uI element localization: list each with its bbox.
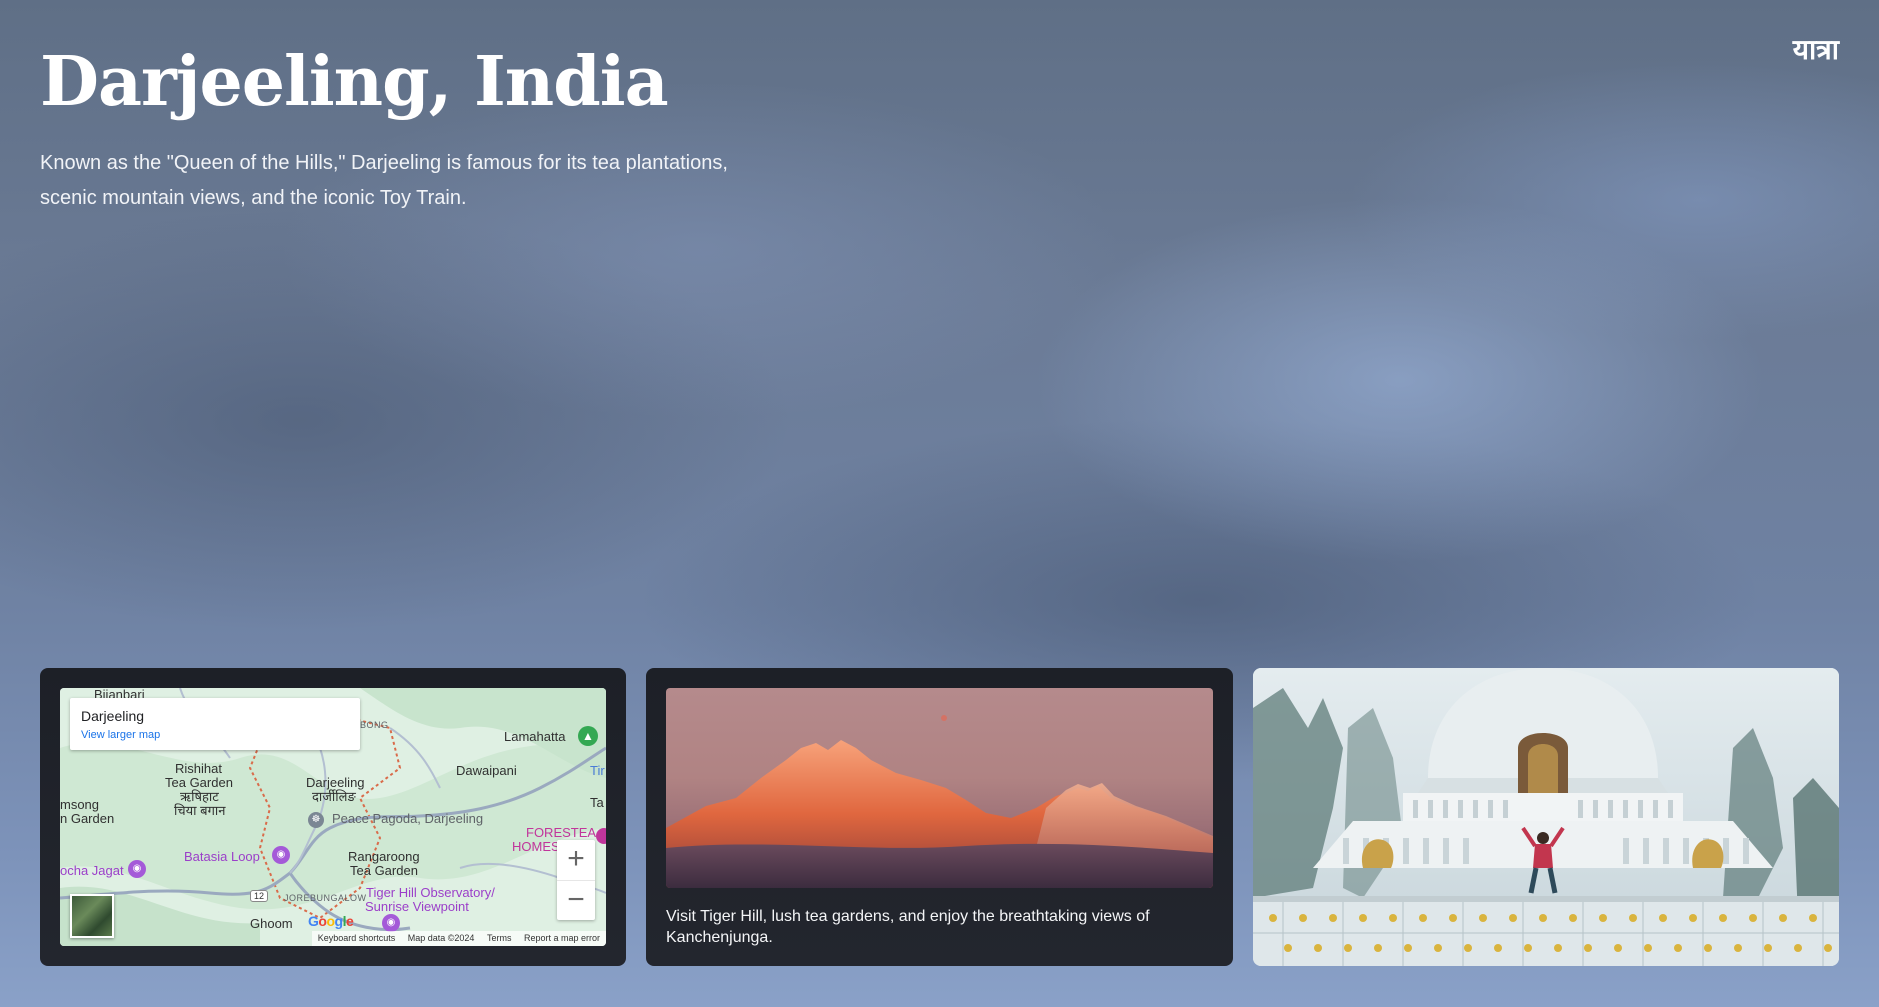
road-shield: 12 <box>250 890 269 902</box>
camera-pin-icon[interactable] <box>596 828 606 844</box>
keyboard-shortcuts-link[interactable]: Keyboard shortcuts <box>318 933 396 943</box>
camera-pin-icon[interactable]: ◉ <box>128 860 146 878</box>
camera-pin-icon[interactable]: ◉ <box>272 846 290 864</box>
map-label-bong: BONG <box>360 720 389 730</box>
map-label-sunrise: Sunrise Viewpoint <box>365 899 469 914</box>
tiger-hill-caption: Visit Tiger Hill, lush tea gardens, and … <box>666 908 1150 946</box>
zoom-controls: + − <box>557 840 595 920</box>
map-label-rishihat-bengali: चिया बगान <box>174 803 226 818</box>
terms-link[interactable]: Terms <box>487 933 512 943</box>
map-label-peace-pagoda: Peace Pagoda, Darjeeling <box>332 811 484 826</box>
map-label-ta: Ta <box>590 795 604 810</box>
map-place-name: Darjeeling <box>81 708 145 724</box>
brand-logo[interactable]: यात्रा <box>1793 30 1839 68</box>
report-map-error-link[interactable]: Report a map error <box>524 933 600 943</box>
map-label-tiger-hill: Tiger Hill Observatory/ <box>366 885 495 900</box>
view-larger-map-link[interactable]: View larger map <box>81 729 160 741</box>
map-label-dawaipani: Dawaipani <box>456 763 517 778</box>
camera-pin-icon[interactable]: ◉ <box>382 914 400 932</box>
map-info-card: Darjeeling View larger map <box>70 698 360 750</box>
satellite-thumbnail[interactable] <box>70 894 114 938</box>
map-label-rangaroong: Rangaroong <box>348 849 420 864</box>
peace-pagoda-photo-card <box>1253 668 1839 966</box>
map-attribution: Keyboard shortcuts Map data ©2024 Terms … <box>311 931 606 946</box>
map-label-batasia-loop: Batasia Loop <box>184 849 260 864</box>
map-label-darjeeling-hindi: दार्जीलिङ <box>312 789 356 804</box>
page: Darjeeling, India Known as the "Queen of… <box>0 0 1879 1007</box>
map-label-darjeeling: Darjeeling <box>306 775 365 790</box>
map-label-homes: HOMES <box>512 839 560 854</box>
map-label-rangaroong-garden: Tea Garden <box>350 863 418 878</box>
map-label-jorebungalow: JOREBUNGALOW <box>284 893 367 903</box>
map-label-msong-garden: n Garden <box>60 811 115 826</box>
map-label-tea-garden: Tea Garden <box>165 775 233 790</box>
map-card: Bijanbari BONG Lamahatta ▲ Rishihat Tea … <box>40 668 626 966</box>
park-pin-icon[interactable]: ▲ <box>578 726 598 746</box>
embedded-map[interactable]: Bijanbari BONG Lamahatta ▲ Rishihat Tea … <box>60 688 606 946</box>
page-title: Darjeeling, India <box>40 42 669 122</box>
map-label-tin: Tir <box>590 763 605 778</box>
google-logo: Google <box>308 913 354 929</box>
kanchenjunga-image <box>666 688 1213 888</box>
map-label-forestea: FORESTEA <box>526 825 597 840</box>
zoom-in-icon[interactable]: + <box>557 840 595 880</box>
peace-pagoda-icon[interactable]: ☸ <box>308 812 324 828</box>
map-label-msong: msong <box>60 797 100 812</box>
peace-pagoda-photo <box>1253 668 1839 966</box>
map-label-ghoom: Ghoom <box>250 916 293 931</box>
zoom-out-icon[interactable]: − <box>557 880 595 921</box>
map-label-rishihat: Rishihat <box>175 761 222 776</box>
map-label-lamahatta: Lamahatta <box>504 729 566 744</box>
hero-description: Known as the "Queen of the Hills," Darje… <box>40 152 728 209</box>
map-label-cha-jagat: ocha Jagat <box>60 863 124 878</box>
map-label-rishihat-hindi: ऋषिहाट <box>180 789 219 804</box>
kanchenjunga-illustration <box>666 715 1213 888</box>
tiger-hill-card: Visit Tiger Hill, lush tea gardens, and … <box>646 668 1233 966</box>
map-data-text: Map data ©2024 <box>407 933 475 943</box>
